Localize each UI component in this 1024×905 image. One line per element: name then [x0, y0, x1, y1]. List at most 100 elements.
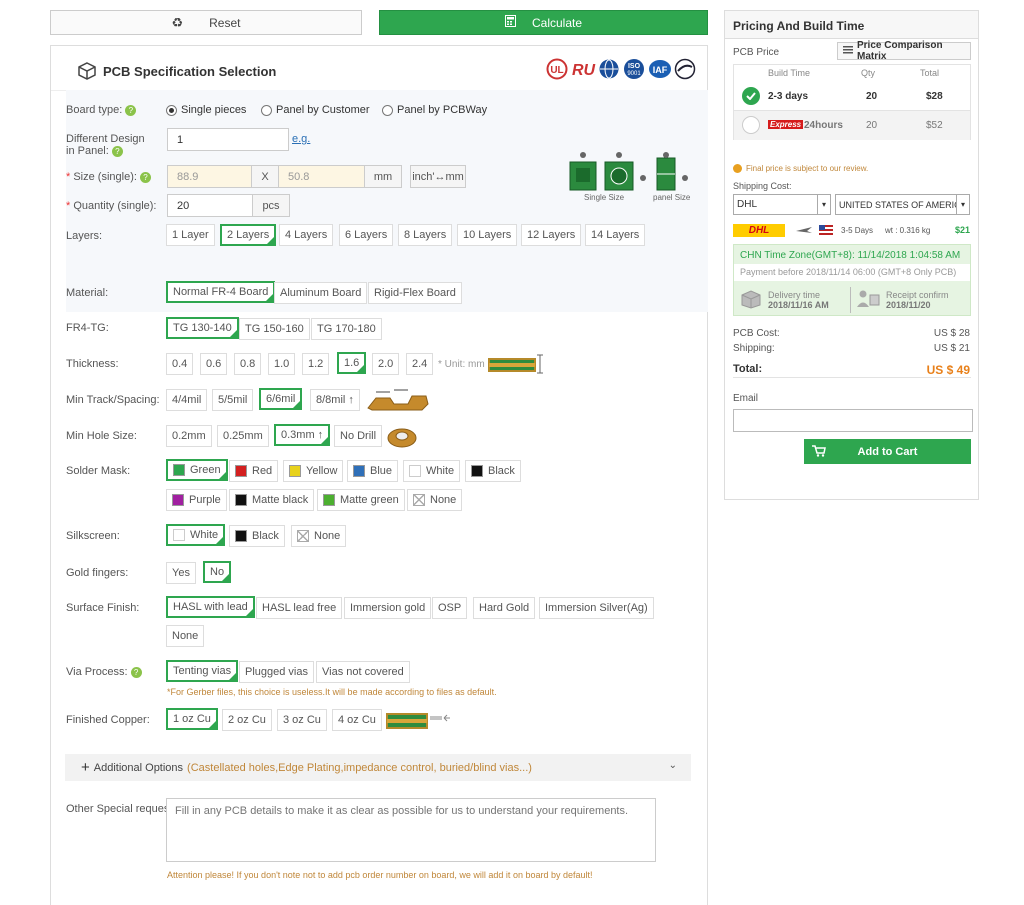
quantity-input[interactable]: 20 — [167, 194, 253, 217]
copper-option-selected[interactable]: 1 oz Cu — [166, 708, 218, 730]
layer-option[interactable]: 10 Layers — [457, 224, 518, 246]
hole-label: Min Hole Size: — [66, 430, 137, 442]
email-input[interactable] — [733, 409, 973, 432]
via-option[interactable]: Vias not covered — [316, 661, 410, 683]
silk-option[interactable]: None — [291, 525, 347, 547]
material-option[interactable]: Rigid-Flex Board — [368, 282, 462, 304]
calculate-button[interactable]: Calculate — [379, 10, 708, 35]
surface-option[interactable]: Immersion gold — [344, 597, 432, 619]
surface-option[interactable]: OSP — [432, 597, 468, 619]
size-x-input[interactable]: 88.9 — [167, 165, 252, 188]
gold-option-selected[interactable]: No — [203, 561, 232, 583]
color-swatch-icon — [323, 494, 335, 506]
color-swatch-icon — [353, 465, 365, 477]
country-select[interactable]: UNITED STATES OF AMERICA ▾ — [835, 194, 970, 215]
plus-icon: + — [81, 759, 90, 776]
solder-option[interactable]: Red — [229, 460, 279, 482]
solder-option[interactable]: Matte green — [317, 489, 405, 511]
size-y-input[interactable]: 50.8 — [278, 165, 365, 188]
surface-option-selected[interactable]: HASL with lead — [166, 596, 255, 618]
svg-text:ISO: ISO — [628, 63, 641, 70]
solder-option-selected[interactable]: Green — [166, 459, 228, 481]
track-option[interactable]: 4/4mil — [166, 389, 208, 411]
layer-option[interactable]: 14 Layers — [585, 224, 646, 246]
layer-option[interactable]: 1 Layer — [166, 224, 215, 246]
board-type-panel-customer-radio[interactable]: Panel by Customer — [261, 104, 370, 116]
thickness-option-selected[interactable]: 1.6 — [337, 352, 367, 374]
reset-button[interactable]: ♻ Reset — [50, 10, 362, 35]
add-to-cart-button[interactable]: Add to Cart — [804, 439, 971, 464]
pcb-price-label: PCB Price — [733, 47, 780, 58]
plane-icon — [795, 224, 813, 239]
layer-option[interactable]: 8 Layers — [398, 224, 453, 246]
fr4tg-option[interactable]: TG 170-180 — [311, 318, 382, 340]
solder-option[interactable]: Yellow — [283, 460, 344, 482]
layer-option[interactable]: 6 Layers — [339, 224, 394, 246]
board-type-panel-pcbway-radio[interactable]: Panel by PCBWay — [382, 104, 487, 116]
solder-option[interactable]: White — [403, 460, 461, 482]
solder-option[interactable]: Purple — [166, 489, 227, 511]
copper-option[interactable]: 2 oz Cu — [222, 709, 272, 731]
track-option-selected[interactable]: 6/6mil — [259, 388, 303, 410]
surface-option[interactable]: None — [166, 625, 205, 647]
thickness-option[interactable]: 2.0 — [372, 353, 400, 375]
surface-finish-label: Surface Finish: — [66, 602, 140, 614]
solder-option[interactable]: None — [407, 489, 463, 511]
thickness-option[interactable]: 1.2 — [302, 353, 330, 375]
via-option-selected[interactable]: Tenting vias — [166, 660, 239, 682]
special-request-label: Other Special request: — [66, 803, 176, 815]
help-icon[interactable]: ? — [139, 171, 151, 183]
copper-option[interactable]: 3 oz Cu — [277, 709, 327, 731]
fr4tg-option[interactable]: TG 150-160 — [239, 318, 310, 340]
price-matrix-button[interactable]: Price Comparison Matrix — [837, 40, 971, 62]
silk-option[interactable]: Black — [229, 525, 285, 547]
eg-link[interactable]: e.g. — [292, 133, 310, 145]
price-row-selected[interactable]: 2-3 days 20 $28 — [734, 82, 970, 111]
size-label: * Size (single): ? — [66, 171, 151, 183]
board-type-single-radio[interactable]: Single pieces — [166, 104, 246, 116]
material-option[interactable]: Aluminum Board — [274, 282, 368, 304]
copper-label: Finished Copper: — [66, 714, 150, 726]
hole-option[interactable]: 0.2mm — [166, 425, 212, 447]
surface-option[interactable]: Hard Gold — [473, 597, 536, 619]
solder-option[interactable]: Black — [465, 460, 521, 482]
receipt-label: Receipt confirm — [886, 290, 949, 300]
special-request-textarea[interactable] — [166, 798, 656, 862]
help-icon[interactable]: ? — [130, 666, 142, 678]
help-icon[interactable]: ? — [125, 104, 137, 116]
fr4tg-option-selected[interactable]: TG 130-140 — [166, 317, 239, 339]
thickness-option[interactable]: 1.0 — [268, 353, 296, 375]
additional-options-bar[interactable]: + Additional Options (Castellated holes,… — [65, 754, 691, 781]
color-swatch-icon — [235, 530, 247, 542]
thickness-option[interactable]: 0.6 — [200, 353, 228, 375]
hole-option[interactable]: No Drill — [334, 425, 383, 447]
track-option[interactable]: 8/8mil ↑ — [310, 389, 360, 411]
thickness-option[interactable]: 0.8 — [234, 353, 262, 375]
delivery-info-panel: CHN Time Zone(GMT+8): 11/14/2018 1:04:58… — [733, 244, 971, 316]
help-icon[interactable]: ? — [111, 145, 123, 157]
solder-option[interactable]: Blue — [347, 460, 399, 482]
hole-option[interactable]: 0.25mm — [217, 425, 269, 447]
unit-convert-button[interactable]: inch'↔mm — [410, 165, 466, 188]
different-design-input[interactable]: 1 — [167, 128, 289, 151]
carrier-select[interactable]: DHL ▾ — [733, 194, 831, 215]
silk-option-selected[interactable]: White — [166, 524, 226, 546]
copper-option[interactable]: 4 oz Cu — [332, 709, 382, 731]
surface-option[interactable]: HASL lead free — [256, 597, 343, 619]
price-row[interactable]: Express 24hours 20 $52 — [734, 111, 970, 140]
layer-option[interactable]: 4 Layers — [279, 224, 334, 246]
layer-option-selected[interactable]: 2 Layers — [220, 224, 277, 246]
via-option[interactable]: Plugged vias — [239, 661, 314, 683]
solder-option[interactable]: Matte black — [229, 489, 315, 511]
attention-note: Attention please! If you don't note not … — [167, 870, 593, 880]
material-label: Material: — [66, 287, 109, 299]
thickness-option[interactable]: 2.4 — [406, 353, 434, 375]
gold-option[interactable]: Yes — [166, 562, 196, 584]
track-option[interactable]: 5/5mil — [212, 389, 254, 411]
ship-price: $21 — [955, 225, 971, 235]
surface-option[interactable]: Immersion Silver(Ag) — [539, 597, 654, 619]
thickness-option[interactable]: 0.4 — [166, 353, 194, 375]
hole-option-selected[interactable]: 0.3mm ↑ — [274, 424, 331, 446]
layer-option[interactable]: 12 Layers — [521, 224, 582, 246]
material-option-selected[interactable]: Normal FR-4 Board — [166, 281, 276, 303]
